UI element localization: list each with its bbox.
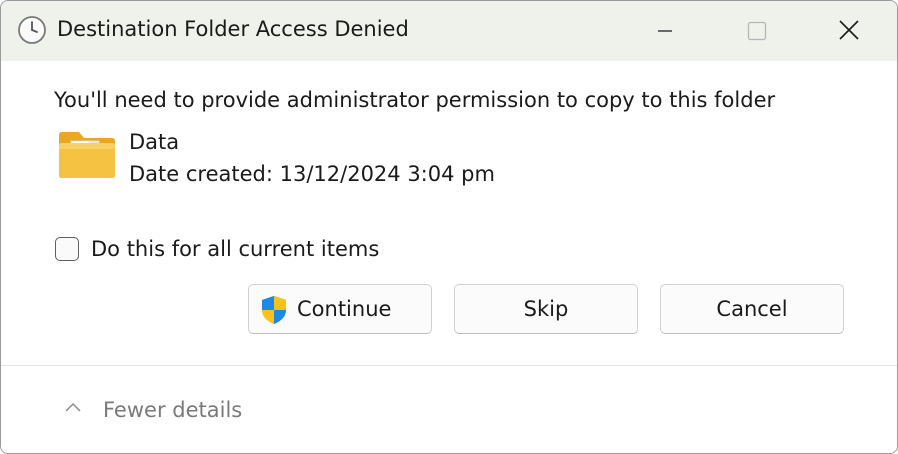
maximize-icon bbox=[747, 21, 767, 41]
cancel-button[interactable]: Cancel bbox=[660, 284, 844, 334]
continue-label: Continue bbox=[297, 297, 392, 321]
window-title: Destination Folder Access Denied bbox=[57, 17, 409, 41]
close-icon bbox=[839, 20, 859, 40]
minimize-icon bbox=[658, 30, 672, 32]
item-date-created: Date created: 13/12/2024 3:04 pm bbox=[129, 162, 495, 186]
skip-button[interactable]: Skip bbox=[454, 284, 638, 334]
uac-shield-icon bbox=[262, 296, 286, 324]
footer: Fewer details bbox=[1, 366, 897, 453]
close-button[interactable] bbox=[803, 1, 895, 61]
chevron-up-icon[interactable] bbox=[63, 400, 83, 414]
minimize-button[interactable] bbox=[619, 1, 711, 61]
continue-button[interactable]: Continue bbox=[248, 284, 432, 334]
permission-message: You'll need to provide administrator per… bbox=[54, 88, 776, 112]
clock-icon bbox=[18, 16, 46, 44]
maximize-button[interactable] bbox=[711, 1, 803, 61]
item-name: Data bbox=[129, 130, 180, 154]
title-bar[interactable]: Destination Folder Access Denied bbox=[1, 1, 897, 61]
apply-to-all-checkbox[interactable] bbox=[55, 237, 79, 261]
folder-icon bbox=[59, 132, 115, 178]
apply-to-all-label[interactable]: Do this for all current items bbox=[91, 237, 379, 261]
dialog-window: Destination Folder Access Denied You'll … bbox=[0, 0, 898, 454]
fewer-details-toggle[interactable]: Fewer details bbox=[103, 398, 242, 422]
